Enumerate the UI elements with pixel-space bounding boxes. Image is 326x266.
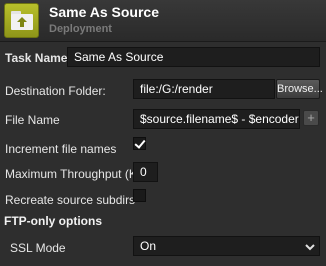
page-subtitle: Deployment xyxy=(49,23,112,35)
recreate-subdirs-checkbox[interactable] xyxy=(133,189,146,202)
folder-upload-icon xyxy=(4,3,39,38)
ssl-mode-select[interactable]: On xyxy=(133,236,320,256)
browse-button[interactable]: Browse... xyxy=(276,79,323,99)
header: Same As Source Deployment xyxy=(0,0,326,42)
file-name-input[interactable]: $source.filename$ - $encoder.nam xyxy=(133,109,300,129)
chevron-down-icon xyxy=(305,242,315,252)
increment-file-names-checkbox[interactable] xyxy=(133,137,146,150)
ssl-mode-label: SSL Mode xyxy=(10,241,66,255)
increment-file-names-label: Increment file names xyxy=(5,142,117,156)
destination-folder-input[interactable]: file:/G:/render xyxy=(133,79,275,99)
task-name-label: Task Name: xyxy=(5,51,72,65)
checkmark-icon xyxy=(134,137,146,149)
max-throughput-input[interactable]: 0 xyxy=(133,162,158,182)
task-name-input[interactable]: Same As Source xyxy=(67,47,320,67)
ftp-section-title: FTP-only options xyxy=(4,214,102,228)
recreate-subdirs-label: Recreate source subdirs xyxy=(5,193,136,207)
page-title: Same As Source xyxy=(49,4,159,20)
max-throughput-label: Maximum Throughput (KB) xyxy=(5,167,149,181)
add-token-button[interactable]: + xyxy=(303,110,319,126)
file-name-label: File Name xyxy=(5,113,60,127)
destination-folder-label: Destination Folder: xyxy=(5,84,106,98)
ssl-mode-value: On xyxy=(140,239,157,253)
